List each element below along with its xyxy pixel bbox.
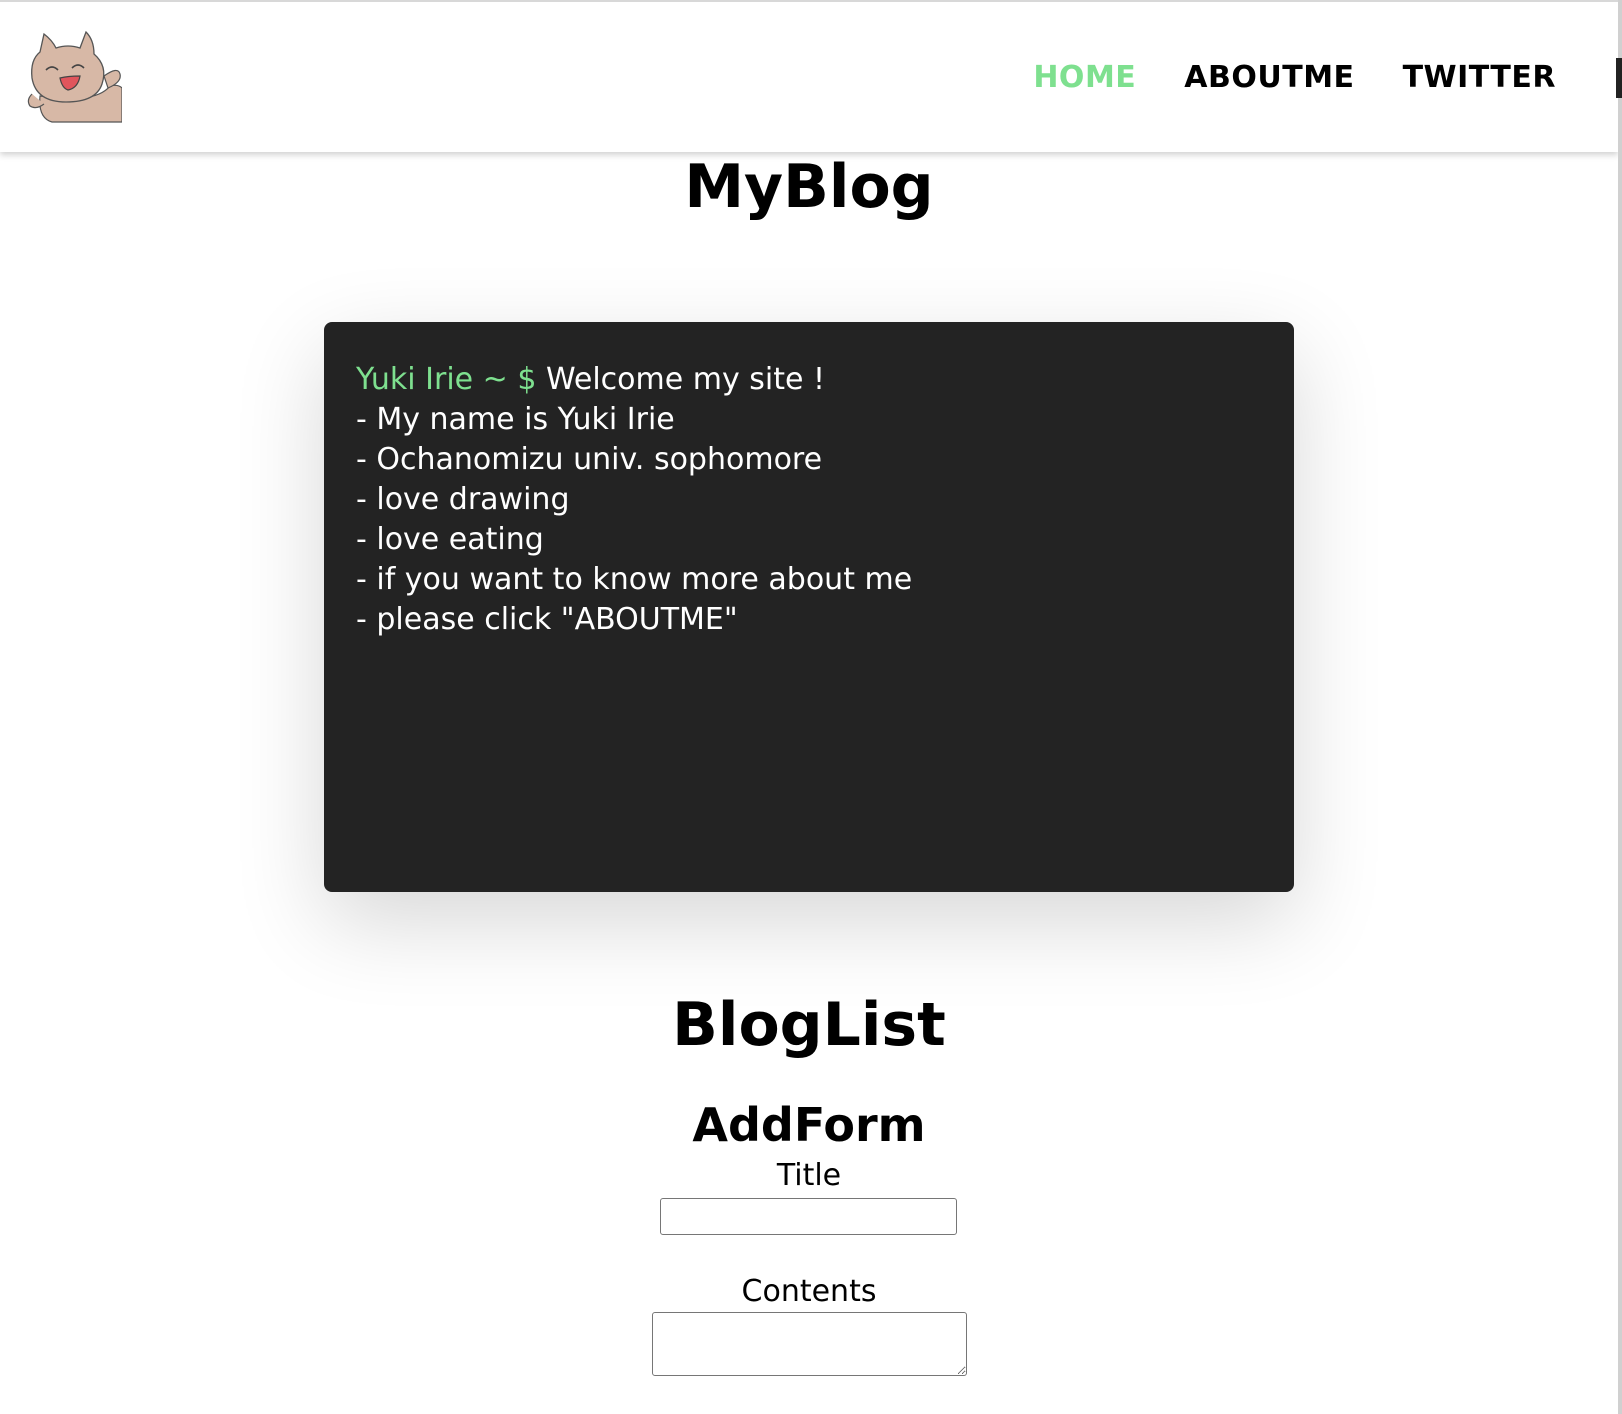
nav-aboutme-link[interactable]: ABOUTME xyxy=(1184,60,1354,95)
page-title: MyBlog xyxy=(684,152,934,222)
contents-textarea[interactable] xyxy=(652,1312,967,1376)
window-edge xyxy=(1618,0,1622,1414)
contents-label: Contents xyxy=(741,1274,877,1309)
cat-mascot-logo[interactable] xyxy=(22,26,122,124)
terminal-line: - love drawing xyxy=(356,482,570,517)
title-input[interactable] xyxy=(660,1198,957,1235)
terminal-line: - My name is Yuki Irie xyxy=(356,402,675,437)
terminal-prompt-line: Yuki Irie ~ $ Welcome my site ! xyxy=(356,360,1262,400)
terminal-line: - please click "ABOUTME" xyxy=(356,602,738,637)
bloglist-heading: BlogList xyxy=(672,990,946,1060)
nav-twitter-link[interactable]: TWITTER xyxy=(1403,60,1556,95)
edge-fragment xyxy=(1616,58,1622,98)
terminal-command: Welcome my site ! xyxy=(536,362,825,397)
nav-home-link[interactable]: HOME xyxy=(1033,60,1136,95)
addform-heading: AddForm xyxy=(692,1098,926,1152)
terminal-line: - love eating xyxy=(356,522,544,557)
site-header: HOME ABOUTME TWITTER xyxy=(0,0,1618,152)
page: HOME ABOUTME TWITTER MyBlog Yuki Irie ~ … xyxy=(0,0,1622,1414)
intro-terminal: Yuki Irie ~ $ Welcome my site ! - My nam… xyxy=(324,322,1294,892)
terminal-line: - if you want to know more about me xyxy=(356,562,913,597)
main-nav: HOME ABOUTME TWITTER xyxy=(1033,60,1556,95)
terminal-line: - Ochanomizu univ. sophomore xyxy=(356,442,823,477)
terminal-prompt: Yuki Irie ~ $ xyxy=(356,362,537,397)
title-label: Title xyxy=(776,1158,842,1193)
